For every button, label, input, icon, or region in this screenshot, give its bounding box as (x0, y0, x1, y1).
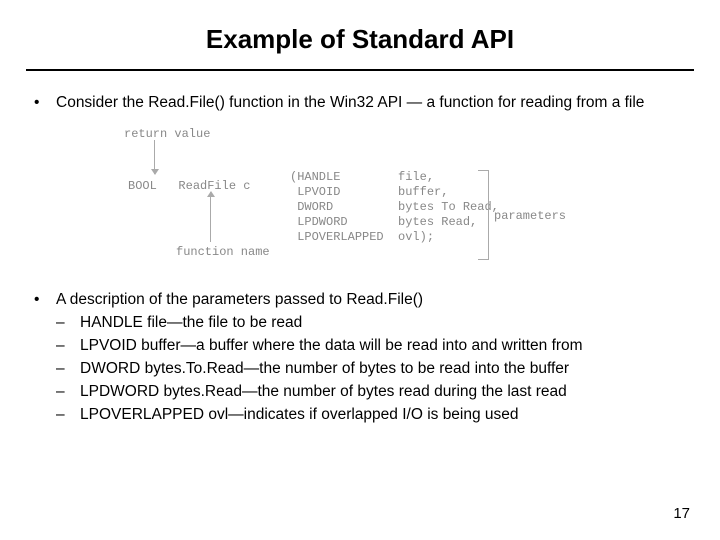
sub-bullet: – LPVOID buffer—a buffer where the data … (56, 336, 686, 357)
bracket-icon (478, 170, 489, 260)
sub-bullet: – HANDLE file—the file to be read (56, 313, 686, 334)
param-row: LPVOID buffer, (290, 185, 499, 200)
bullet-text: A description of the parameters passed t… (56, 290, 686, 311)
api-diagram: return value BOOL ReadFile c (HANDLE fil… (78, 126, 598, 266)
sub-marker: – (56, 336, 80, 357)
sub-text: LPDWORD bytes.Read—the number of bytes r… (80, 382, 686, 403)
sub-marker: – (56, 405, 80, 426)
param-block: (HANDLE file, LPVOID buffer, DWORD bytes… (290, 170, 499, 245)
signature-line: BOOL ReadFile c (128, 178, 250, 194)
sub-marker: – (56, 313, 80, 334)
arrow-down-icon (154, 140, 155, 174)
slide-body: • Consider the Read.File() function in t… (0, 71, 720, 427)
sub-marker: – (56, 382, 80, 403)
bullet-marker: • (34, 290, 56, 428)
sig-bool: BOOL (128, 179, 157, 193)
slide-title: Example of Standard API (0, 0, 720, 69)
param-name: ovl); (398, 230, 434, 244)
param-row: LPOVERLAPPED ovl); (290, 230, 499, 245)
sub-text: LPOVERLAPPED ovl—indicates if overlapped… (80, 405, 686, 426)
sub-marker: – (56, 359, 80, 380)
param-type: LPOVERLAPPED (297, 230, 383, 244)
param-name: bytes Read, (398, 215, 477, 229)
bullet-marker: • (34, 93, 56, 114)
bullet-text: Consider the Read.File() function in the… (56, 93, 686, 114)
param-type: LPVOID (297, 185, 340, 199)
label-return-value: return value (124, 126, 210, 142)
sub-text: HANDLE file—the file to be read (80, 313, 686, 334)
bullet-desc: • A description of the parameters passed… (34, 290, 686, 428)
sub-bullet: – LPDWORD bytes.Read—the number of bytes… (56, 382, 686, 403)
label-parameters: parameters (494, 208, 566, 224)
arrow-up-icon (210, 192, 211, 242)
slide: Example of Standard API • Consider the R… (0, 0, 720, 540)
param-name: buffer, (398, 185, 448, 199)
sub-bullets: – HANDLE file—the file to be read – LPVO… (56, 311, 686, 426)
param-row: (HANDLE file, (290, 170, 499, 185)
label-function-name: function name (176, 244, 270, 260)
param-type: LPDWORD (297, 215, 347, 229)
sub-text: LPVOID buffer—a buffer where the data wi… (80, 336, 686, 357)
page-number: 17 (673, 505, 690, 522)
bullet-desc-wrap: A description of the parameters passed t… (56, 290, 686, 428)
param-row: DWORD bytes To Read, (290, 200, 499, 215)
sub-bullet: – LPOVERLAPPED ovl—indicates if overlapp… (56, 405, 686, 426)
sub-bullet: – DWORD bytes.To.Read—the number of byte… (56, 359, 686, 380)
param-open: (HANDLE (290, 170, 340, 184)
param-name: file, (398, 170, 434, 184)
param-type: DWORD (297, 200, 333, 214)
sub-text: DWORD bytes.To.Read—the number of bytes … (80, 359, 686, 380)
param-row: LPDWORD bytes Read, (290, 215, 499, 230)
bullet-intro: • Consider the Read.File() function in t… (34, 93, 686, 114)
